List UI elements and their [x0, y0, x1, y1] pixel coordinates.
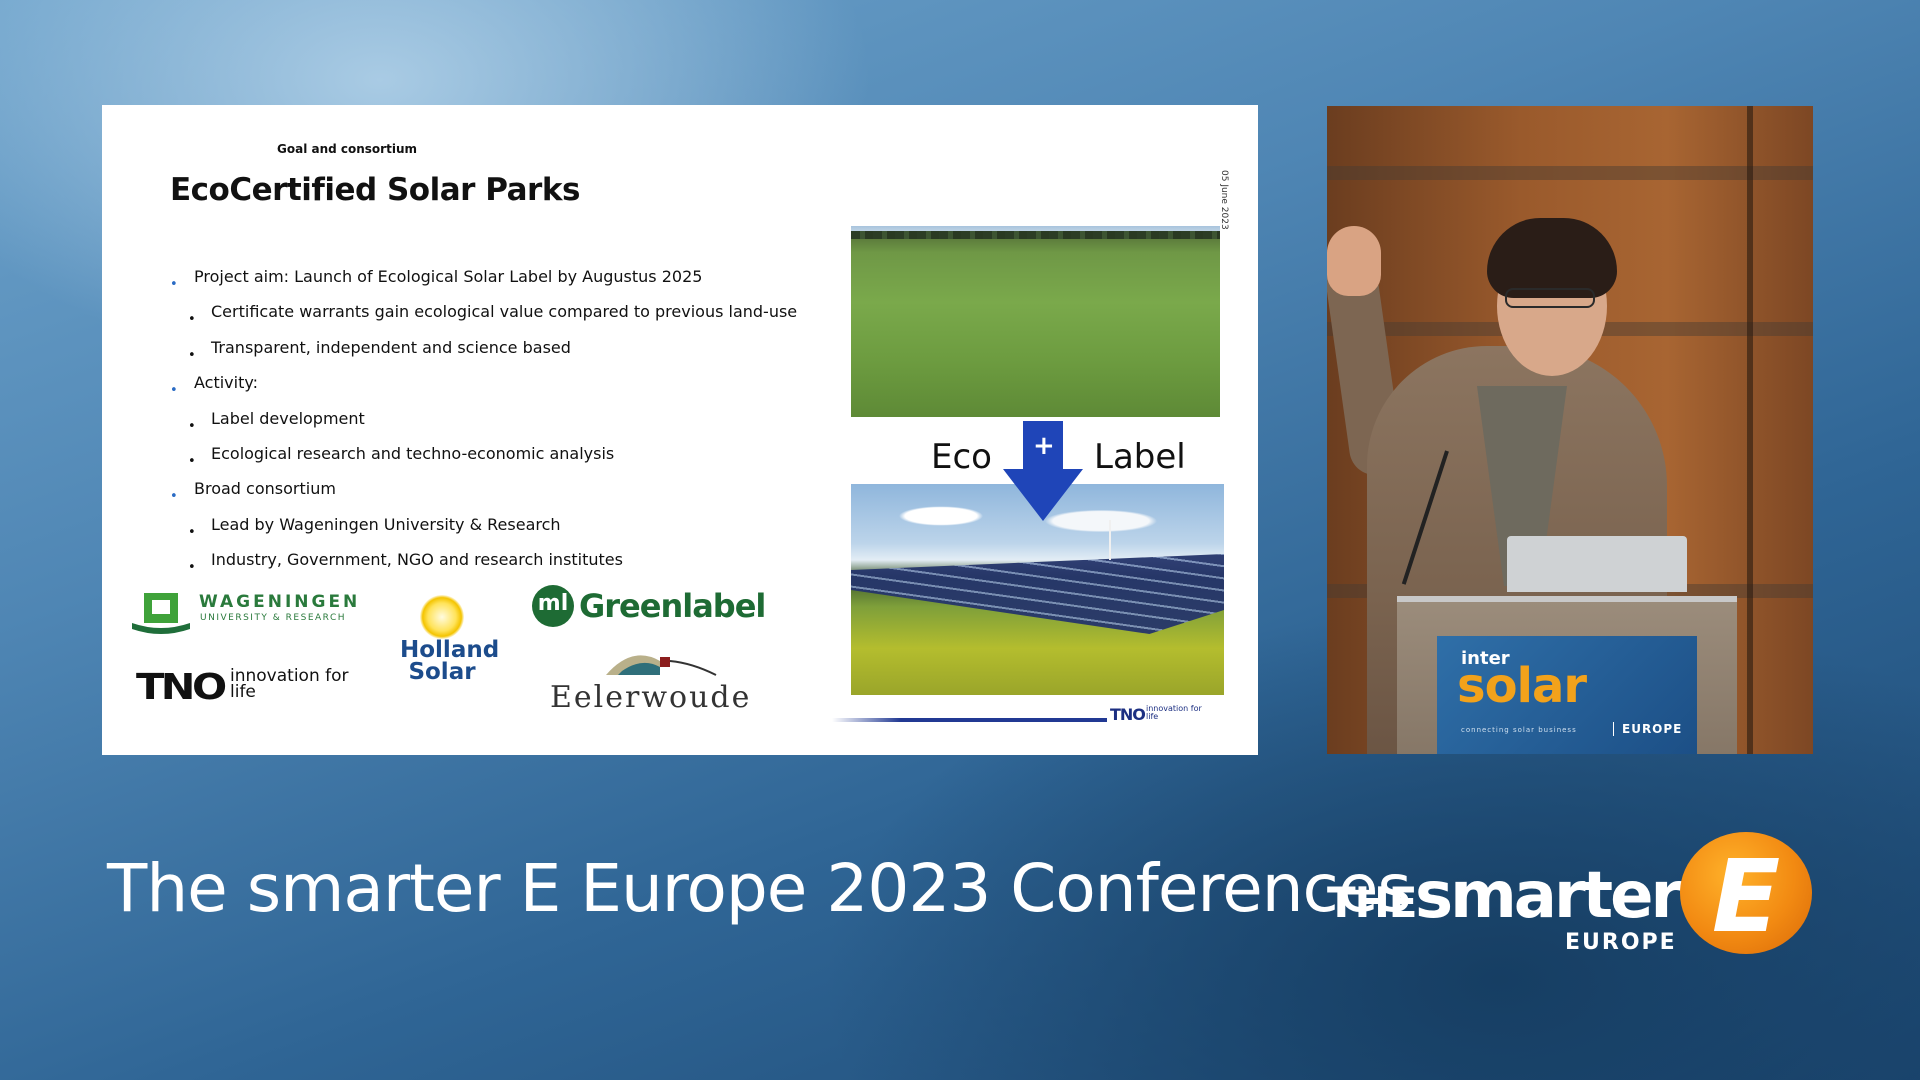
bullet-item: Broad consortium — [168, 479, 797, 515]
sun-icon — [420, 595, 464, 639]
smarter-e-logo-icon: E — [1680, 832, 1812, 955]
eelerwoude-logo: Eelerwoude — [550, 680, 752, 715]
presentation-slide: Goal and consortium EcoCertified Solar P… — [102, 105, 1258, 755]
solar-panels — [851, 554, 1224, 634]
sub-bullet-item: Industry, Government, NGO and research i… — [168, 550, 797, 586]
greenlabel-logo: Greenlabel — [579, 587, 766, 625]
slide-date: 05 June 2023 — [1219, 170, 1229, 230]
label-word: Label — [1094, 437, 1186, 477]
intersolar-solar: solar — [1457, 658, 1587, 714]
wageningen-name: WAGENINGEN — [199, 592, 361, 612]
conference-title: The smarter E Europe 2023 Conferences — [107, 850, 1412, 927]
brand-smarter: smarter — [1415, 859, 1682, 933]
wageningen-logo-icon — [132, 593, 190, 634]
speaker-hand — [1327, 226, 1381, 296]
sub-bullet-item: Ecological research and techno-economic … — [168, 444, 797, 480]
intersolar-tagline: connecting solar business — [1461, 726, 1577, 734]
brand-region: EUROPE — [1565, 930, 1677, 955]
holland-solar-logo: Holland Solar — [400, 637, 500, 685]
podium: inter solar connecting solar business EU… — [1397, 596, 1737, 754]
sub-bullet-item: Label development — [168, 409, 797, 445]
sub-bullet-item: Certificate warrants gain ecological val… — [168, 302, 797, 338]
sub-bullet-item: Lead by Wageningen University & Research — [168, 515, 797, 551]
intersolar-region: EUROPE — [1613, 722, 1682, 736]
tno-tagline: innovation for life — [230, 666, 349, 702]
wind-turbine — [1109, 520, 1111, 560]
wall-band — [1327, 166, 1813, 180]
footer-line — [832, 718, 1107, 722]
brand-the: THE — [1327, 878, 1417, 927]
tno-logo: TNO — [136, 667, 227, 708]
sub-bullet-item: Transparent, independent and science bas… — [168, 338, 797, 374]
treeline — [851, 231, 1220, 239]
slide-kicker: Goal and consortium — [277, 142, 417, 156]
speaker-video: inter solar connecting solar business EU… — [1327, 106, 1813, 754]
bullet-item: Activity: — [168, 373, 797, 409]
footer-tno-tagline: innovation for life — [1146, 704, 1202, 721]
slide-title: EcoCertified Solar Parks — [170, 172, 580, 208]
greenlabel-mark-text: ml — [537, 591, 569, 616]
eelerwoude-mark-icon — [606, 655, 717, 676]
brand-e-letter: E — [1711, 838, 1781, 955]
footer-tno-logo: TNO — [1110, 705, 1146, 724]
grass-field-photo — [851, 226, 1220, 417]
eco-word: Eco — [931, 437, 992, 477]
speaker-hair — [1487, 218, 1617, 298]
wall-pillar — [1747, 106, 1753, 754]
bullet-item: Project aim: Launch of Ecological Solar … — [168, 267, 797, 303]
plus-sign: + — [1033, 431, 1055, 461]
laptop — [1507, 536, 1687, 592]
bullet-list: Project aim: Launch of Ecological Solar … — [168, 267, 797, 586]
wageningen-subtitle: UNIVERSITY & RESEARCH — [200, 613, 347, 623]
greenlabel-mark-icon: ml — [532, 585, 574, 627]
intersolar-sign: inter solar connecting solar business EU… — [1437, 636, 1697, 754]
glasses-icon — [1505, 288, 1595, 308]
